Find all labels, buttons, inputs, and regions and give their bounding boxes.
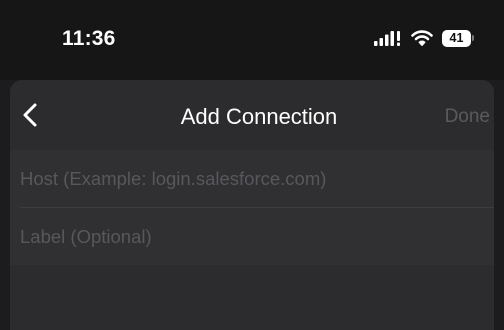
signal-icon [374, 31, 400, 46]
host-input[interactable] [10, 150, 494, 207]
battery-tip [472, 35, 474, 41]
status-bar: 11:36 41 [0, 0, 504, 80]
page-title: Add Connection [180, 104, 338, 129]
battery-icon: 41 [442, 29, 474, 47]
status-time: 11:36 [62, 27, 116, 50]
battery-level: 41 [442, 29, 471, 47]
add-connection-sheet: Add Connection Done [10, 80, 494, 330]
wifi-icon [411, 30, 433, 46]
nav-bar: Add Connection Done [10, 80, 494, 150]
label-input[interactable] [10, 208, 494, 265]
connection-form [10, 150, 494, 265]
done-button[interactable]: Done [445, 106, 490, 128]
status-icons: 41 [374, 27, 474, 49]
